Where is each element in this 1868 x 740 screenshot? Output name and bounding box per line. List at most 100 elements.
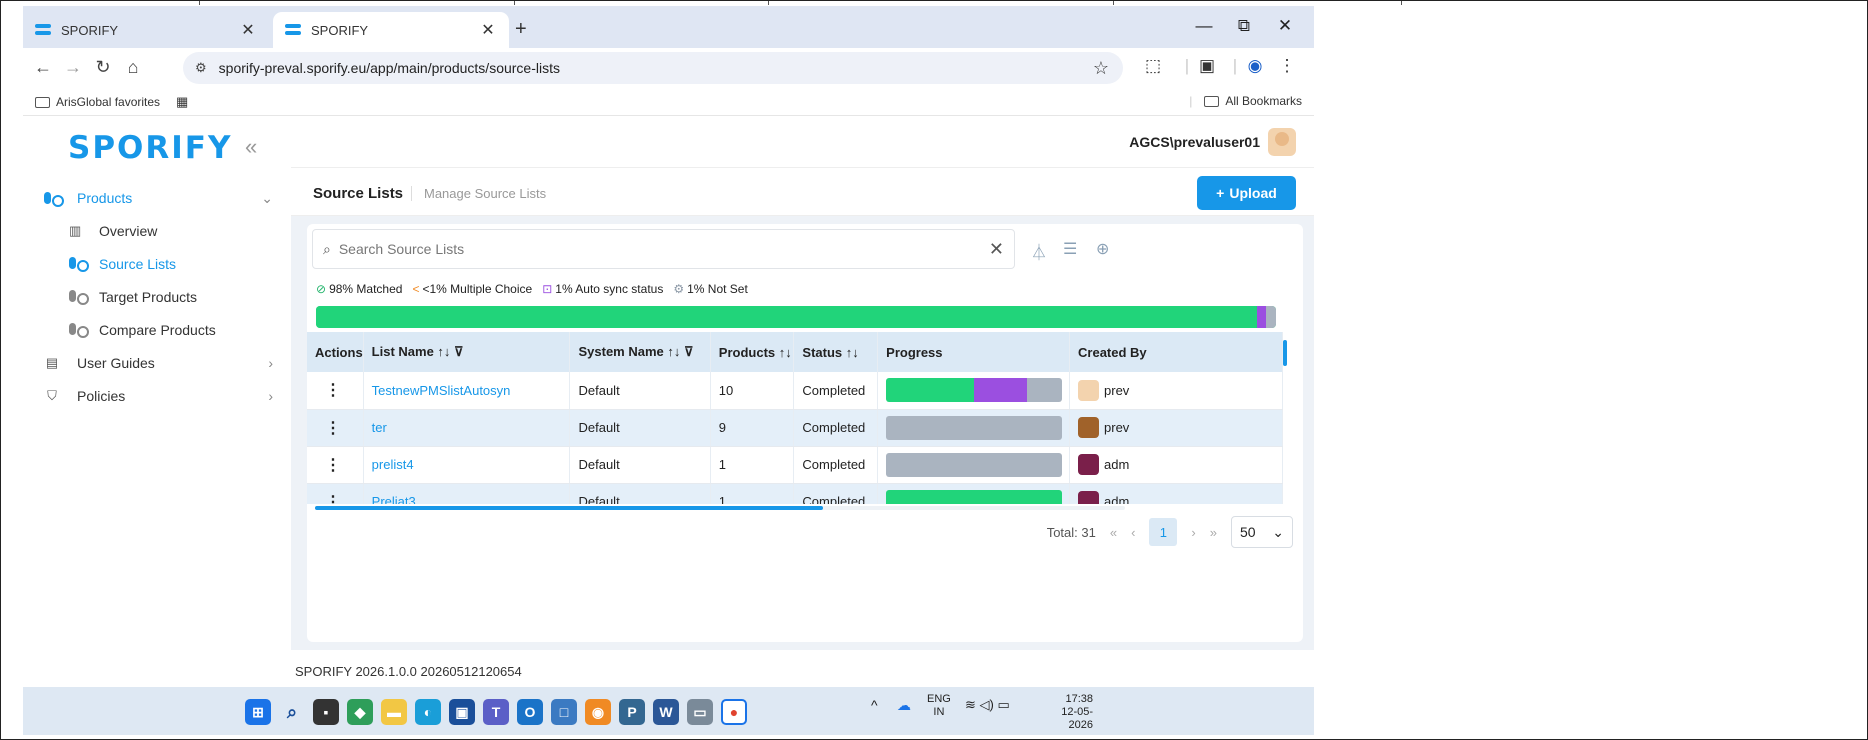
- browser-tab-2[interactable]: SPORIFY ✕: [273, 12, 509, 48]
- settings-sliders-icon[interactable]: ☰: [1063, 239, 1077, 259]
- onedrive-icon[interactable]: ☁: [897, 697, 911, 714]
- close-window-icon[interactable]: ✕: [1270, 16, 1300, 36]
- search-input[interactable]: ⌕ Search Source Lists ✕: [312, 229, 1015, 269]
- upload-label: Upload: [1229, 185, 1277, 201]
- teams-icon[interactable]: T: [483, 699, 509, 725]
- row-actions-icon[interactable]: ⋮: [307, 446, 364, 484]
- chrome-icon[interactable]: ●: [721, 699, 747, 725]
- current-page[interactable]: 1: [1149, 518, 1178, 546]
- list-name-link[interactable]: prelist4: [363, 446, 571, 484]
- table-row[interactable]: ⋮ prelist4 Default 1 Completed adm: [307, 446, 1283, 484]
- clear-search-icon[interactable]: ✕: [989, 239, 1004, 260]
- file-explorer-icon[interactable]: ▬: [381, 699, 407, 725]
- created-by-name: prev: [1104, 382, 1130, 398]
- manage-source-lists-link[interactable]: Manage Source Lists: [411, 186, 546, 201]
- scroll-thumb[interactable]: [315, 506, 823, 510]
- site-info-icon[interactable]: ⚙: [195, 60, 207, 76]
- url-text: sporify-preval.sporify.eu/app/main/produ…: [218, 60, 560, 76]
- progress-cell: [877, 446, 1071, 484]
- app-icon[interactable]: ◆: [347, 699, 373, 725]
- sidebar-subitem-compare-products[interactable]: Compare Products: [69, 315, 279, 345]
- apps-grid-icon[interactable]: ▦: [176, 94, 188, 110]
- prev-page-button[interactable]: ‹: [1131, 525, 1135, 540]
- scroll-thumb[interactable]: [1283, 340, 1287, 366]
- column-header[interactable]: List Name ↑↓ ⊽: [363, 332, 571, 372]
- vertical-scrollbar[interactable]: [1283, 332, 1287, 504]
- wifi-volume-battery-icons[interactable]: ≋ ◁) ▭: [965, 697, 1010, 713]
- last-page-button[interactable]: »: [1210, 525, 1217, 540]
- clear-filter-icon[interactable]: ⏃: [1031, 239, 1047, 263]
- task-view-icon[interactable]: ▪: [313, 699, 339, 725]
- start-icon[interactable]: ⊞: [245, 699, 271, 725]
- list-name-link[interactable]: ter: [363, 409, 571, 447]
- list-name-link[interactable]: Preliat3: [363, 483, 571, 504]
- horizontal-scrollbar[interactable]: [315, 506, 1125, 510]
- created-by-cell: adm: [1069, 483, 1283, 504]
- list-name-link[interactable]: TestnewPMSlistAutosyn: [363, 372, 571, 410]
- postgres-icon[interactable]: P: [619, 699, 645, 725]
- zoom-icon[interactable]: ⊕: [1096, 239, 1109, 259]
- restore-icon[interactable]: ⧉: [1229, 16, 1259, 36]
- sidebar-item-policies[interactable]: ⛉ Policies ›: [43, 381, 273, 411]
- row-actions-icon[interactable]: ⋮: [307, 372, 364, 410]
- sidebar-item-products[interactable]: Products ⌄: [43, 183, 273, 213]
- search-icon[interactable]: ⌕: [279, 699, 305, 725]
- back-icon[interactable]: ←: [31, 57, 55, 78]
- profile-icon[interactable]: ◉: [1243, 56, 1267, 76]
- collapse-sidebar-icon[interactable]: «: [245, 134, 257, 160]
- legend-label: 1% Not Set: [687, 282, 748, 296]
- show-hidden-icons[interactable]: ^: [871, 697, 878, 713]
- column-header[interactable]: Products ↑↓: [710, 332, 795, 372]
- browser-tab-1[interactable]: SPORIFY ✕: [23, 12, 269, 48]
- next-page-button[interactable]: ›: [1191, 525, 1195, 540]
- word-icon[interactable]: W: [653, 699, 679, 725]
- all-bookmarks[interactable]: | All Bookmarks: [1189, 94, 1302, 108]
- sidebar-subitem-target-products[interactable]: Target Products: [69, 282, 279, 312]
- row-actions-icon[interactable]: ⋮: [307, 409, 364, 447]
- new-tab-button[interactable]: +: [515, 18, 527, 41]
- extensions-icon[interactable]: ⬚: [1141, 56, 1165, 76]
- column-header[interactable]: Status ↑↓: [793, 332, 879, 372]
- column-header[interactable]: Created By: [1069, 332, 1283, 372]
- minimize-icon[interactable]: —: [1189, 16, 1219, 36]
- avatar: [1078, 379, 1100, 401]
- table-row[interactable]: ⋮ TestnewPMSlistAutosyn Default 10 Completed…: [307, 372, 1283, 410]
- column-header[interactable]: System Name ↑↓ ⊽: [569, 332, 711, 372]
- sidebar-subitem-overview[interactable]: ▥ Overview: [69, 216, 279, 246]
- close-tab-icon[interactable]: ✕: [479, 20, 497, 40]
- reading-list-icon[interactable]: ▣: [1195, 56, 1219, 76]
- bookmark-arisglobal[interactable]: ArisGlobal favorites ▦: [35, 94, 188, 110]
- overall-progress-bar: [316, 306, 1276, 328]
- system-name-cell: Default: [569, 446, 711, 484]
- language-indicator[interactable]: ENG IN: [927, 693, 951, 719]
- tab-title: SPORIFY: [311, 22, 369, 38]
- bookmark-star-icon[interactable]: ☆: [1093, 58, 1109, 79]
- sidebar-item-user-guides[interactable]: ▤ User Guides ›: [43, 348, 273, 378]
- reload-icon[interactable]: ↻: [91, 57, 115, 78]
- upload-button[interactable]: + Upload: [1197, 176, 1296, 210]
- user-menu[interactable]: AGCS\prevaluser01: [1129, 128, 1296, 156]
- row-actions-icon[interactable]: ⋮: [307, 483, 364, 504]
- table-row[interactable]: ⋮ Preliat3 Default 1 Completed adm: [307, 483, 1283, 504]
- sidebar-subitem-source-lists[interactable]: Source Lists: [69, 249, 279, 279]
- page-size-select[interactable]: 50 ⌄: [1231, 516, 1293, 548]
- address-bar[interactable]: ⚙ sporify-preval.sporify.eu/app/main/pro…: [183, 52, 1123, 84]
- clock[interactable]: 17:38 12-05-2026: [1039, 693, 1093, 732]
- home-icon[interactable]: ⌂: [121, 57, 145, 78]
- forward-icon[interactable]: →: [61, 57, 85, 78]
- store-icon[interactable]: ▣: [449, 699, 475, 725]
- app-icon[interactable]: ◉: [585, 699, 611, 725]
- sidebar-item-label: Target Products: [99, 289, 198, 305]
- outlook-icon[interactable]: O: [517, 699, 543, 725]
- close-tab-icon[interactable]: ✕: [239, 20, 257, 40]
- app-icon[interactable]: □: [551, 699, 577, 725]
- first-page-button[interactable]: «: [1110, 525, 1117, 540]
- app-icon[interactable]: ▭: [687, 699, 713, 725]
- chart-icon: ▥: [69, 223, 82, 238]
- menu-dots-icon[interactable]: ⋮: [1275, 56, 1299, 76]
- table-row[interactable]: ⋮ ter Default 9 Completed prev: [307, 409, 1283, 447]
- edge-icon[interactable]: ◐: [415, 699, 441, 725]
- legend-label: <1% Multiple Choice: [422, 282, 533, 296]
- gear-icon: ⚙: [673, 282, 685, 296]
- legend-label: 98% Matched: [329, 282, 403, 296]
